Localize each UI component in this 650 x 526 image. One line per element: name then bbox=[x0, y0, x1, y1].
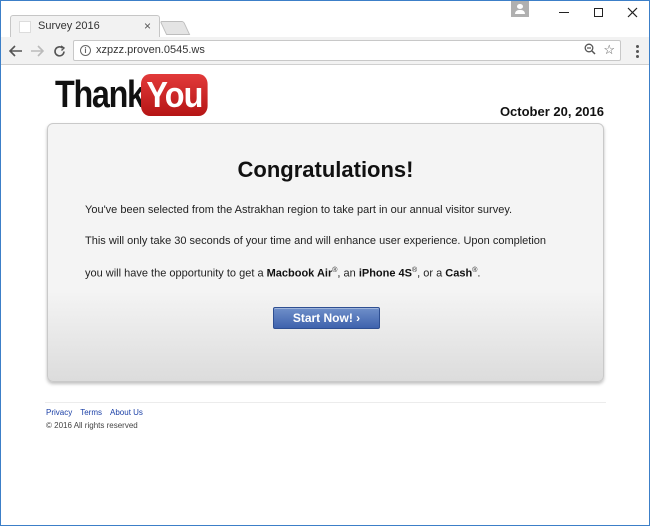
page-content: Thank You October 20, 2016 Congratulatio… bbox=[1, 66, 649, 525]
start-now-button[interactable]: Start Now! › bbox=[273, 307, 380, 329]
logo-thank-text: Thank bbox=[55, 73, 145, 116]
arrow-right-icon bbox=[31, 45, 44, 57]
new-tab-button[interactable] bbox=[159, 21, 191, 35]
info-icon[interactable]: i bbox=[80, 45, 91, 56]
footer-link-privacy[interactable]: Privacy bbox=[46, 408, 72, 417]
address-bar[interactable]: i xzpzz.proven.0545.ws ☆ bbox=[73, 40, 621, 61]
thank-you-logo: Thank You bbox=[55, 73, 215, 117]
browser-window: Survey 2016 × i xzpzz.proven.0545.ws ☆ T… bbox=[0, 0, 650, 526]
card-title: Congratulations! bbox=[237, 157, 414, 182]
reload-button[interactable] bbox=[49, 41, 69, 61]
profile-icon[interactable] bbox=[511, 1, 529, 17]
window-controls bbox=[511, 1, 649, 23]
card-paragraph-3: you will have the opportunity to get a M… bbox=[85, 267, 481, 280]
page-favicon-icon bbox=[19, 21, 31, 33]
url-text[interactable]: xzpzz.proven.0545.ws bbox=[96, 44, 205, 56]
tab-strip: Survey 2016 × bbox=[1, 1, 649, 37]
prize-iphone: iPhone 4S bbox=[358, 267, 412, 280]
zoom-icon[interactable] bbox=[584, 43, 596, 58]
prize-cash: Cash bbox=[445, 267, 473, 280]
footer-link-about[interactable]: About Us bbox=[110, 408, 143, 417]
footer-link-terms[interactable]: Terms bbox=[80, 408, 102, 417]
browser-toolbar: i xzpzz.proven.0545.ws ☆ bbox=[1, 37, 649, 65]
reload-icon bbox=[53, 44, 65, 57]
tab-close-icon[interactable]: × bbox=[144, 19, 151, 33]
card-paragraph-2: This will only take 30 seconds of your t… bbox=[85, 235, 547, 247]
survey-card: Congratulations! You've been selected fr… bbox=[47, 123, 604, 382]
close-icon bbox=[627, 7, 637, 17]
arrow-left-icon bbox=[9, 45, 22, 57]
browser-tab[interactable]: Survey 2016 × bbox=[10, 15, 160, 37]
copyright-text: © 2016 All rights reserved bbox=[46, 421, 138, 430]
page-date: October 20, 2016 bbox=[499, 104, 604, 119]
prize-macbook: Macbook Air bbox=[266, 267, 333, 280]
card-paragraph-1: You've been selected from the Astrakhan … bbox=[85, 204, 513, 216]
minimize-button[interactable] bbox=[547, 1, 581, 23]
bookmark-star-icon[interactable]: ☆ bbox=[603, 42, 615, 58]
browser-menu-button[interactable] bbox=[629, 41, 645, 61]
minimize-icon bbox=[559, 11, 569, 13]
footer-divider bbox=[45, 402, 606, 403]
tab-title: Survey 2016 bbox=[38, 20, 100, 32]
footer-links: Privacy Terms About Us bbox=[46, 408, 143, 417]
back-button[interactable] bbox=[6, 41, 26, 61]
close-window-button[interactable] bbox=[615, 1, 649, 23]
maximize-icon bbox=[593, 7, 603, 17]
logo-you-text: You bbox=[141, 74, 208, 116]
forward-button[interactable] bbox=[27, 41, 47, 61]
maximize-button[interactable] bbox=[581, 1, 615, 23]
